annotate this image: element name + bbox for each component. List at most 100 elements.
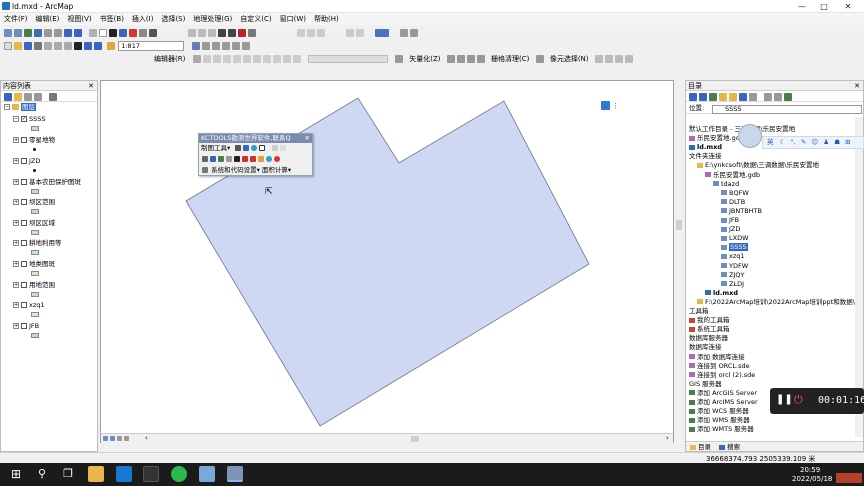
align-icon[interactable]: [346, 29, 354, 37]
catalog-item[interactable]: GIS 服务器: [689, 380, 722, 388]
stop-record-icon[interactable]: ⏻: [794, 393, 803, 407]
full-extent-icon[interactable]: [34, 29, 42, 37]
launch-icon[interactable]: [784, 93, 792, 101]
new-icon[interactable]: [4, 42, 12, 50]
systems-code-menu[interactable]: 系统和代码设置: [211, 166, 257, 174]
refresh-tool-icon[interactable]: [266, 156, 272, 162]
save-icon[interactable]: [24, 42, 32, 50]
layer-checkbox[interactable]: [21, 261, 27, 267]
catalog-item[interactable]: 数据库连接: [689, 343, 722, 351]
vertical-scroll-thumb[interactable]: [676, 220, 682, 230]
moon-icon[interactable]: ☾: [780, 138, 786, 146]
catalog-item[interactable]: ld.mxd: [689, 143, 722, 151]
wrench-icon[interactable]: ✎: [801, 138, 806, 146]
menu-view[interactable]: 视图(V): [63, 13, 95, 25]
menu-bookmarks[interactable]: 书签(B): [96, 13, 128, 25]
table-tool-icon[interactable]: [202, 156, 208, 162]
map-overlay-icon[interactable]: [601, 101, 610, 110]
globe-tool-icon[interactable]: [251, 145, 258, 151]
catalog-item[interactable]: ZLDJ: [721, 280, 744, 288]
copy-icon[interactable]: [54, 42, 62, 50]
delete-tool-icon[interactable]: [242, 156, 248, 162]
color-icon[interactable]: [238, 29, 246, 37]
edit-tool-icon[interactable]: [192, 55, 201, 63]
close-icon[interactable]: ✕: [88, 81, 94, 91]
scroll-right-icon[interactable]: ›: [666, 434, 669, 442]
redo-icon[interactable]: [94, 42, 102, 50]
vector-tool4-icon[interactable]: [476, 55, 485, 63]
clear-selection-icon[interactable]: [99, 29, 107, 37]
map-tool-icon[interactable]: [218, 156, 224, 162]
layer-checkbox[interactable]: [21, 282, 27, 288]
open-icon[interactable]: [14, 42, 22, 50]
start-windows-icon[interactable]: ⊞: [8, 466, 24, 482]
layer-checkbox[interactable]: ✓: [21, 116, 27, 122]
cell-tool2-icon[interactable]: [604, 55, 613, 63]
catalog-window-icon[interactable]: [212, 42, 221, 50]
toc-layer-baqu[interactable]: + 坝区范围: [13, 198, 55, 207]
split-icon[interactable]: [262, 55, 271, 63]
back-extent-icon[interactable]: [64, 29, 72, 37]
map-horizontal-scrollbar[interactable]: ‹ ›: [101, 433, 673, 443]
catalog-item[interactable]: 文件夹连接: [689, 152, 722, 160]
grid-icon[interactable]: [307, 29, 315, 37]
grid-tool-icon[interactable]: [235, 145, 242, 151]
toc-layer-gengdi[interactable]: + 耕地利用等: [13, 239, 62, 248]
menu-selection[interactable]: 选择(S): [157, 13, 189, 25]
toc-layer-ydfw[interactable]: + 用地范围: [13, 281, 55, 290]
erase-tool-icon[interactable]: [250, 156, 256, 162]
catalog-item[interactable]: 添加 WMTS 服务器: [689, 425, 754, 433]
disabled-tool2-icon[interactable]: [280, 145, 287, 151]
punct-icon[interactable]: °,: [790, 138, 795, 146]
arrow-icon[interactable]: [218, 29, 226, 37]
menu-customize[interactable]: 自定义(C): [236, 13, 275, 25]
refresh-icon[interactable]: [749, 93, 757, 101]
catalog-item[interactable]: LXDW: [721, 234, 749, 242]
arctoolbox-icon[interactable]: [232, 42, 241, 50]
layer-checkbox[interactable]: [21, 199, 27, 205]
toc-layer-jfb[interactable]: + JFB: [13, 322, 39, 331]
list-by-selection-icon[interactable]: [34, 93, 42, 101]
back-icon[interactable]: [689, 93, 697, 101]
python-icon[interactable]: [242, 42, 251, 50]
export-tool-icon[interactable]: [226, 156, 232, 162]
disabled-tool-icon[interactable]: [272, 145, 279, 151]
editor-target-dropdown[interactable]: [307, 55, 388, 63]
layer-checkbox[interactable]: [21, 158, 27, 164]
layout-icon[interactable]: [297, 29, 305, 37]
catalog-item[interactable]: YDFW: [721, 262, 748, 270]
forward-icon[interactable]: [699, 93, 707, 101]
table-icon[interactable]: [317, 29, 325, 37]
scroll-thumb[interactable]: [411, 436, 419, 442]
file-explorer-icon[interactable]: [88, 466, 104, 482]
toggle-contents-icon[interactable]: [739, 93, 747, 101]
catalog-item[interactable]: JBNTBHTB: [721, 207, 762, 215]
pause-icon[interactable]: ❚❚: [776, 394, 793, 405]
chart-tool-icon[interactable]: [243, 145, 250, 151]
task-view-icon[interactable]: ❐: [60, 466, 76, 482]
raster-cleanup-menu[interactable]: 栅格清理(C): [488, 53, 532, 65]
tab-search[interactable]: 搜索: [719, 443, 740, 451]
delete-icon[interactable]: [74, 42, 82, 50]
sketch-props-icon[interactable]: [292, 55, 301, 63]
catalog-item[interactable]: DLTB: [721, 198, 745, 206]
map-overlay-menu-icon[interactable]: ⋮: [612, 102, 619, 110]
pan-icon[interactable]: [24, 29, 32, 37]
notepad-app-icon[interactable]: [199, 466, 215, 482]
catalog-item[interactable]: 连接到 orcl (2).sde: [689, 371, 755, 379]
layer-checkbox[interactable]: [21, 323, 27, 329]
layer-checkbox[interactable]: [21, 220, 27, 226]
close-button[interactable]: ✕: [838, 1, 858, 12]
catalog-item[interactable]: 添加 ArcIMS Server: [689, 398, 758, 406]
catalog-item[interactable]: 添加 WMS 服务器: [689, 416, 750, 424]
edit-annotation-icon[interactable]: [202, 55, 211, 63]
print-icon[interactable]: [34, 42, 42, 50]
stop-tool-icon[interactable]: [274, 156, 280, 162]
add-data-icon[interactable]: [107, 42, 115, 50]
location-input[interactable]: SSSS: [712, 105, 862, 114]
list-by-source-icon[interactable]: [14, 93, 22, 101]
square-tool-icon[interactable]: [259, 145, 266, 151]
sketch-icon[interactable]: [198, 29, 206, 37]
arcmap-taskbar-icon[interactable]: [227, 466, 243, 482]
shirt-icon[interactable]: ♟: [823, 138, 829, 146]
